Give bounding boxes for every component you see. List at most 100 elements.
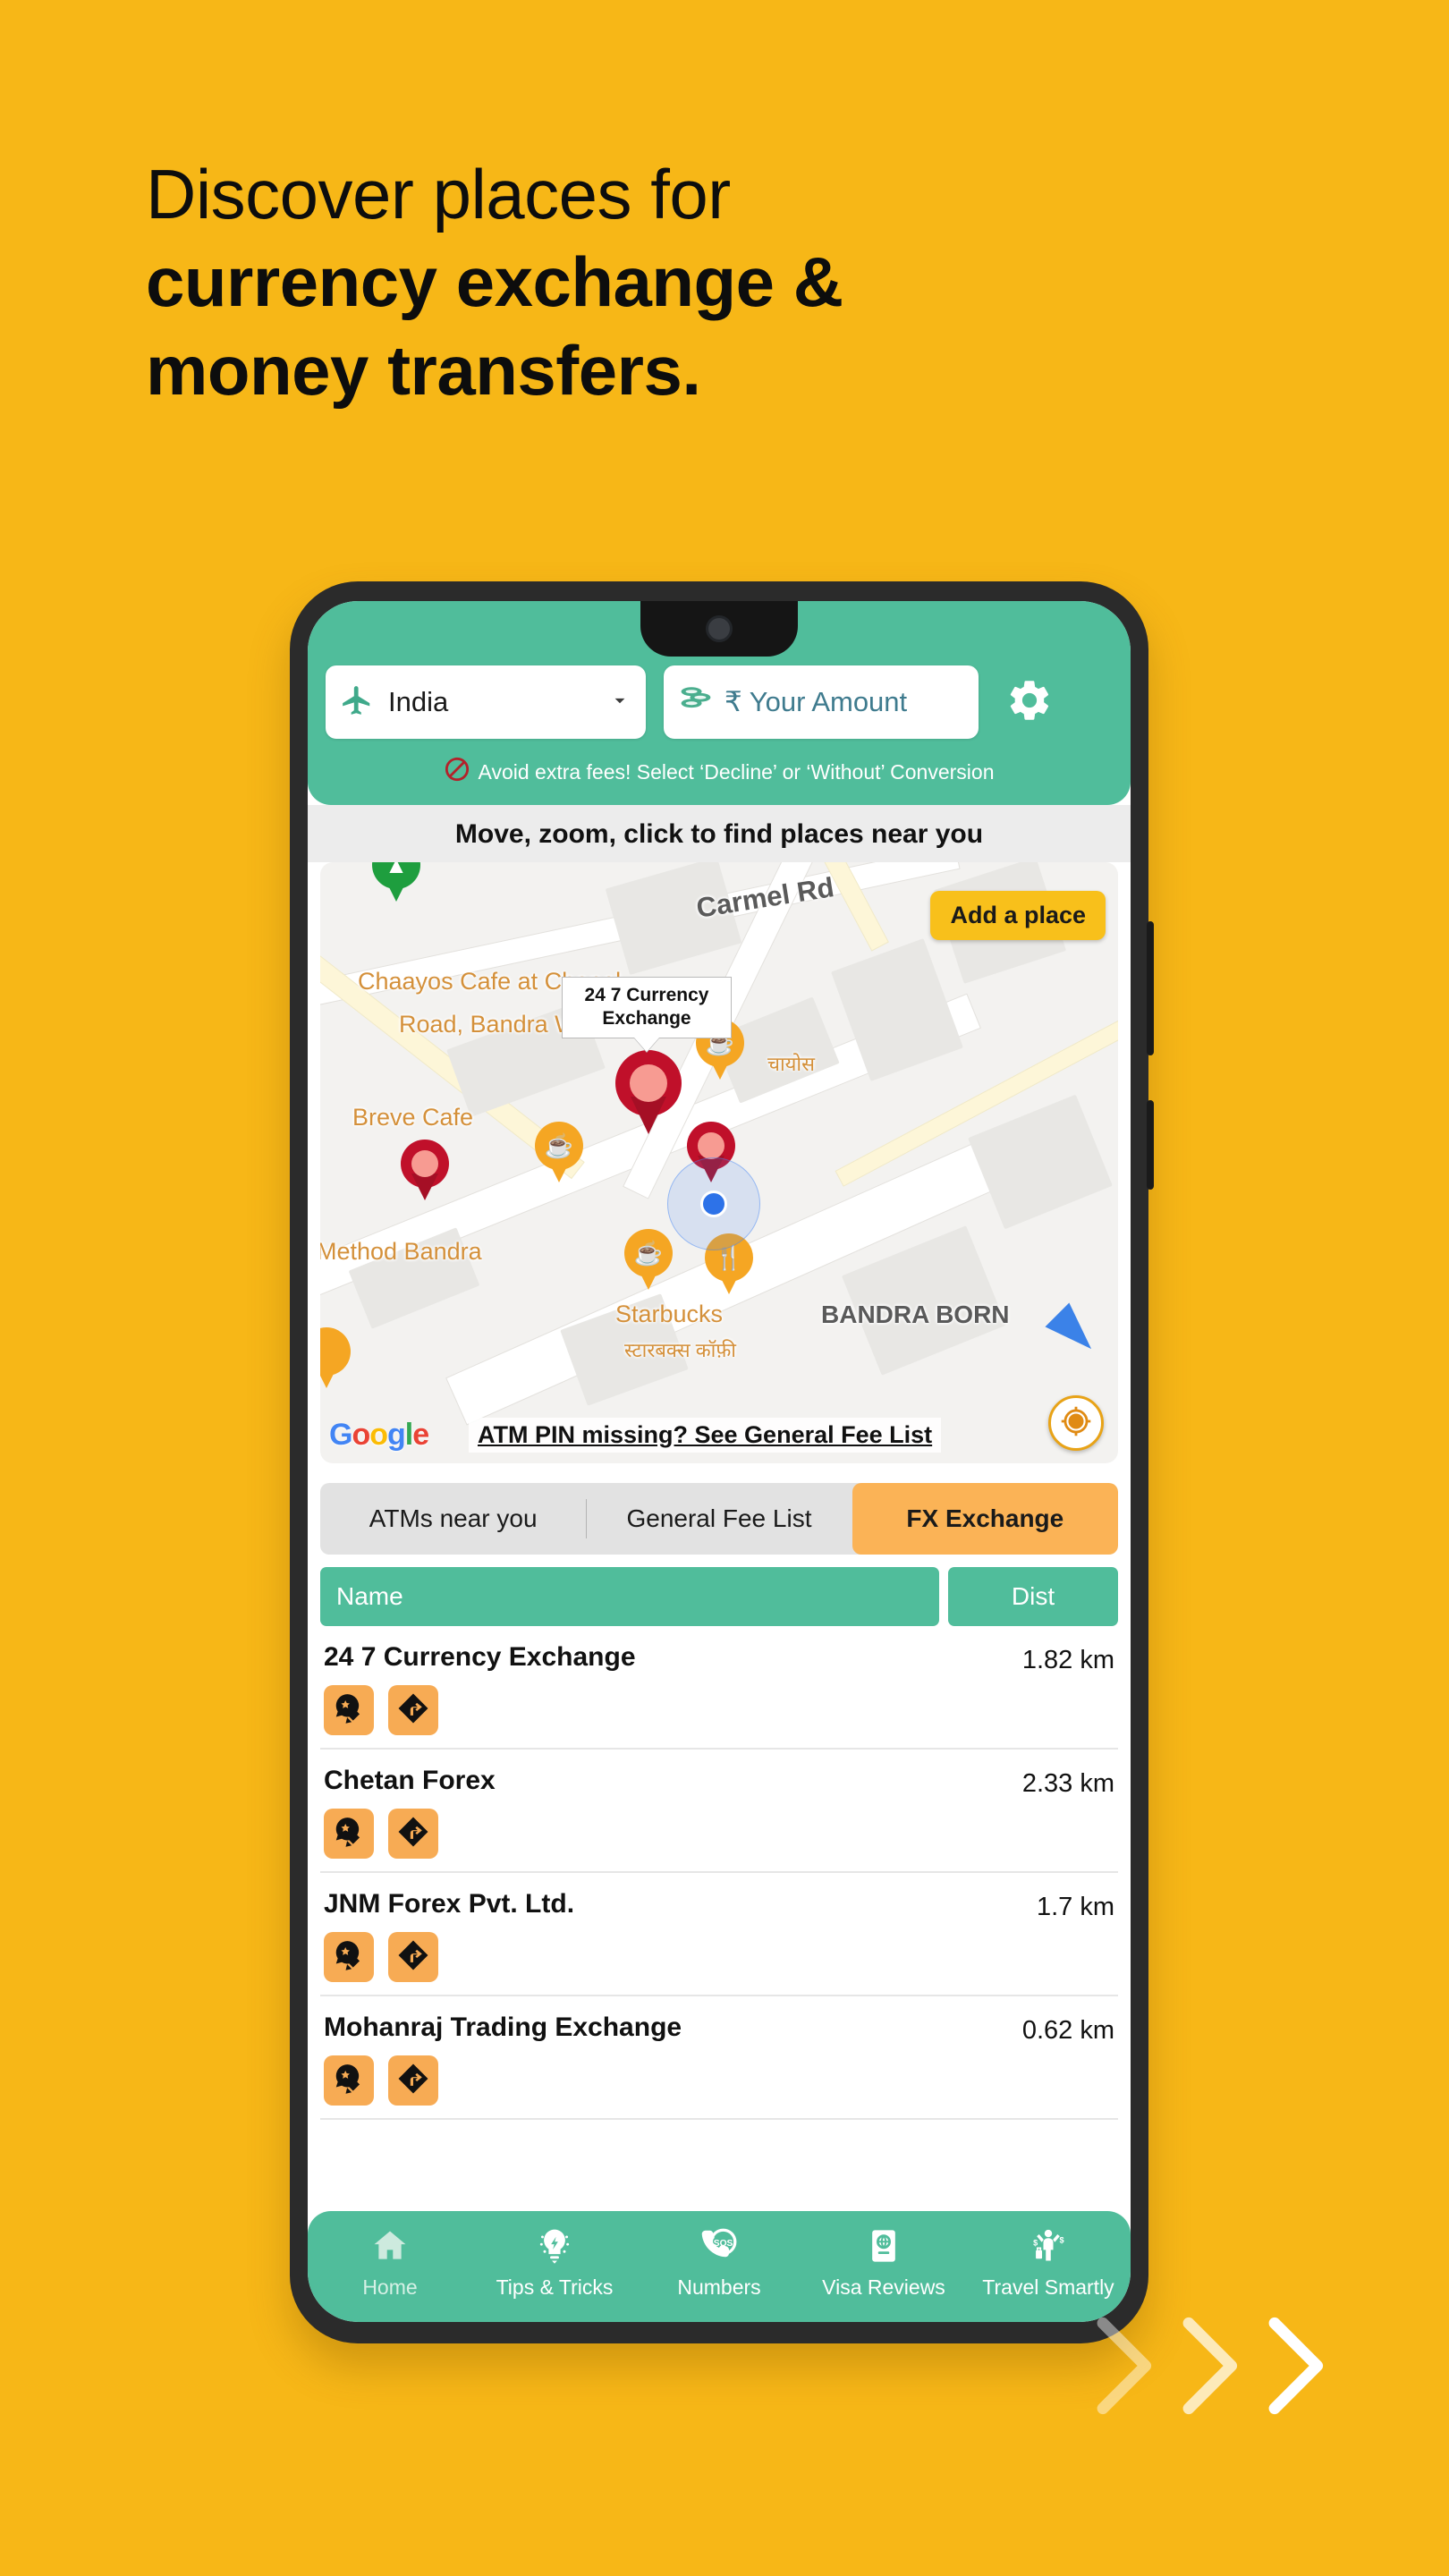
nav-label: Home <box>362 2275 418 2299</box>
directions-icon <box>396 2062 430 2100</box>
nav-item-numbers[interactable]: SOS Numbers <box>637 2226 801 2300</box>
tab-general-fee-list[interactable]: General Fee List <box>586 1483 852 1555</box>
place-distance: 1.82 km <box>1021 1646 1114 1674</box>
chevron-down-icon[interactable] <box>608 689 631 716</box>
svg-text:$: $ <box>1033 2238 1038 2247</box>
tab-atms-near-you[interactable]: ATMs near you <box>320 1483 586 1555</box>
directions-button[interactable] <box>388 2055 438 2106</box>
coins-icon <box>678 684 714 721</box>
nav-item-home[interactable]: Home <box>308 2226 472 2300</box>
map-pin-currency-2[interactable] <box>401 1140 449 1202</box>
column-header-name[interactable]: Name <box>320 1567 939 1626</box>
map-label-method-bandra: Method Bandra <box>320 1238 482 1265</box>
fee-notice-text: Avoid extra fees! Select ‘Decline’ or ‘W… <box>478 759 995 784</box>
add-place-button[interactable]: Add a place <box>930 891 1106 940</box>
directions-icon <box>396 1938 430 1977</box>
phone-power-button <box>1147 1100 1154 1190</box>
directions-button[interactable] <box>388 1932 438 1982</box>
amount-input[interactable]: ₹ Your Amount <box>664 665 979 739</box>
settings-button[interactable] <box>1002 674 1057 730</box>
map-pin-currency-selected[interactable] <box>615 1050 682 1136</box>
map-instruction: Move, zoom, click to find places near yo… <box>308 805 1131 862</box>
headline-line-3: money transfers. <box>146 330 701 410</box>
headline-line-1: Discover places for <box>146 155 731 233</box>
passport-icon <box>864 2226 903 2270</box>
country-value: India <box>388 686 449 717</box>
place-distance: 2.33 km <box>1021 1769 1114 1798</box>
table-row[interactable]: Chetan Forex 2.33 km <box>320 1750 1118 1873</box>
places-list: 24 7 Currency Exchange 1.82 km Chetan Fo… <box>320 1626 1118 2120</box>
review-button[interactable] <box>324 1932 374 1982</box>
map-label-starbucks: Starbucks <box>615 1301 724 1327</box>
table-row[interactable]: 24 7 Currency Exchange 1.82 km <box>320 1626 1118 1750</box>
airplane-icon <box>340 683 374 722</box>
nav-label: Tips & Tricks <box>496 2275 614 2299</box>
lightbulb-icon <box>535 2226 574 2270</box>
place-name: Chetan Forex <box>324 1766 496 1795</box>
map-pin-breve-cafe[interactable]: ☕ <box>535 1122 583 1184</box>
headline-line-2: currency exchange & <box>146 242 843 322</box>
map-pin-starbucks[interactable]: ☕ <box>624 1229 673 1292</box>
place-name: JNM Forex Pvt. Ltd. <box>324 1889 575 1919</box>
table-row[interactable]: JNM Forex Pvt. Ltd. 1.7 km <box>320 1873 1118 1996</box>
map-pin-park[interactable]: ▲ <box>372 862 420 903</box>
review-edit-icon <box>332 2062 366 2100</box>
map-pin-edge[interactable] <box>320 1327 351 1390</box>
nav-label: Travel Smartly <box>982 2275 1114 2299</box>
tab-fx-exchange[interactable]: FX Exchange <box>852 1483 1118 1555</box>
nav-label: Numbers <box>677 2275 761 2299</box>
my-location-icon <box>1061 1406 1091 1441</box>
map-label-bandra-born: BANDRA BORN <box>821 1301 1010 1328</box>
fee-list-link[interactable]: ATM PIN missing? See General Fee List <box>469 1418 942 1453</box>
directions-icon <box>396 1815 430 1853</box>
review-button[interactable] <box>324 1685 374 1735</box>
nav-item-travel-smartly[interactable]: $ $ Travel Smartly <box>966 2226 1131 2300</box>
review-edit-icon <box>332 1691 366 1730</box>
fee-notice: Avoid extra fees! Select ‘Decline’ or ‘W… <box>326 757 1113 787</box>
google-logo: Google <box>329 1418 429 1452</box>
user-location-ring <box>667 1157 760 1250</box>
list-column-headers: Name Dist <box>320 1567 1118 1626</box>
svg-text:$: $ <box>1059 2235 1063 2244</box>
chevron-right-icon <box>1268 2317 1324 2415</box>
no-entry-icon <box>445 757 470 787</box>
review-button[interactable] <box>324 2055 374 2106</box>
directions-button[interactable] <box>388 1685 438 1735</box>
amount-placeholder: ₹ Your Amount <box>724 686 908 717</box>
directions-button[interactable] <box>388 1809 438 1859</box>
home-icon <box>370 2226 410 2270</box>
page-headline: Discover places for currency exchange & … <box>146 150 1165 414</box>
bottom-navigation: Home Tips & Tricks SOS Numbers Visa Revi… <box>308 2211 1131 2322</box>
phone-screen: India ₹ Your Amount Avoid extra fees! Se… <box>308 601 1131 2322</box>
nav-item-visa-reviews[interactable]: Visa Reviews <box>801 2226 966 2300</box>
review-edit-icon <box>332 1938 366 1977</box>
review-edit-icon <box>332 1815 366 1853</box>
place-name: 24 7 Currency Exchange <box>324 1642 636 1672</box>
phone-mockup: India ₹ Your Amount Avoid extra fees! Se… <box>290 581 1154 2343</box>
chevron-right-icon <box>1182 2317 1238 2415</box>
place-distance: 1.7 km <box>1036 1893 1114 1921</box>
table-row[interactable]: Mohanraj Trading Exchange 0.62 km <box>320 1996 1118 2120</box>
column-header-dist[interactable]: Dist <box>948 1567 1118 1626</box>
place-name: Mohanraj Trading Exchange <box>324 2012 682 2042</box>
nav-item-tips-tricks[interactable]: Tips & Tricks <box>472 2226 637 2300</box>
my-location-button[interactable] <box>1048 1395 1104 1451</box>
cafe-icon: ☕ <box>544 1132 574 1159</box>
map-label-breve-cafe: Breve Cafe <box>352 1104 474 1131</box>
place-distance: 0.62 km <box>1021 2016 1114 2045</box>
traveler-icon: $ $ <box>1029 2226 1068 2270</box>
directions-icon <box>396 1691 430 1730</box>
tree-icon: ▲ <box>385 862 408 878</box>
map-view[interactable]: Carmel Rd Chaayos Cafe at Chapel Road, B… <box>320 862 1118 1463</box>
map-label-starbucks-devanagari: स्टारबक्स कॉफ़ी <box>624 1339 737 1361</box>
map-tooltip-text: 24 7 Currency Exchange <box>584 985 709 1030</box>
gear-icon <box>1005 676 1054 729</box>
sos-phone-icon: SOS <box>699 2226 739 2270</box>
phone-volume-button <box>1147 921 1154 1055</box>
user-location-dot <box>700 1191 727 1217</box>
front-camera <box>706 615 733 642</box>
country-select[interactable]: India <box>326 665 646 739</box>
review-button[interactable] <box>324 1809 374 1859</box>
map-tooltip: 24 7 Currency Exchange <box>562 977 732 1052</box>
category-tabs: ATMs near you General Fee List FX Exchan… <box>320 1483 1118 1555</box>
